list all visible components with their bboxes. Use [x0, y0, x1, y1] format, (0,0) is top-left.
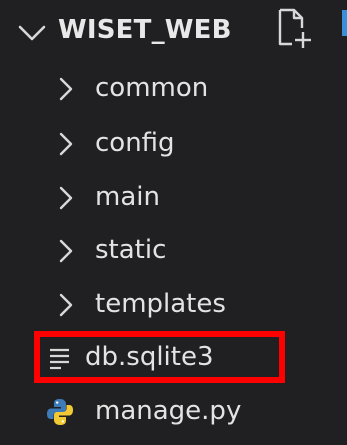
chevron-right-icon	[59, 186, 73, 210]
new-file-icon[interactable]	[274, 8, 312, 50]
scroll-edge-indicator	[342, 10, 347, 36]
folder-label: config	[95, 128, 175, 158]
folder-item-common[interactable]: common	[0, 64, 347, 114]
folder-label: static	[95, 235, 167, 265]
text-lines-file-icon	[50, 348, 69, 370]
python-file-icon	[47, 399, 73, 425]
folder-label: main	[95, 182, 160, 212]
file-item-db-sqlite3[interactable]: db.sqlite3	[0, 333, 347, 383]
chevron-right-icon	[59, 239, 73, 263]
folder-item-templates[interactable]: templates	[0, 280, 347, 330]
chevron-right-icon	[59, 293, 73, 317]
explorer-project-header[interactable]: WISET_WEB	[0, 0, 347, 64]
folder-label: templates	[95, 289, 226, 319]
file-explorer: WISET_WEB common config main static temp…	[0, 0, 347, 445]
chevron-down-icon[interactable]	[16, 17, 48, 49]
folder-item-static[interactable]: static	[0, 226, 347, 276]
chevron-right-icon	[59, 77, 73, 101]
chevron-right-icon	[59, 132, 73, 156]
project-title: WISET_WEB	[58, 15, 232, 45]
file-label: manage.py	[95, 396, 242, 426]
folder-item-config[interactable]: config	[0, 119, 347, 169]
file-label: db.sqlite3	[85, 342, 214, 372]
folder-label: common	[95, 73, 209, 103]
file-item-manage-py[interactable]: manage.py	[0, 387, 347, 437]
folder-item-main[interactable]: main	[0, 173, 347, 223]
